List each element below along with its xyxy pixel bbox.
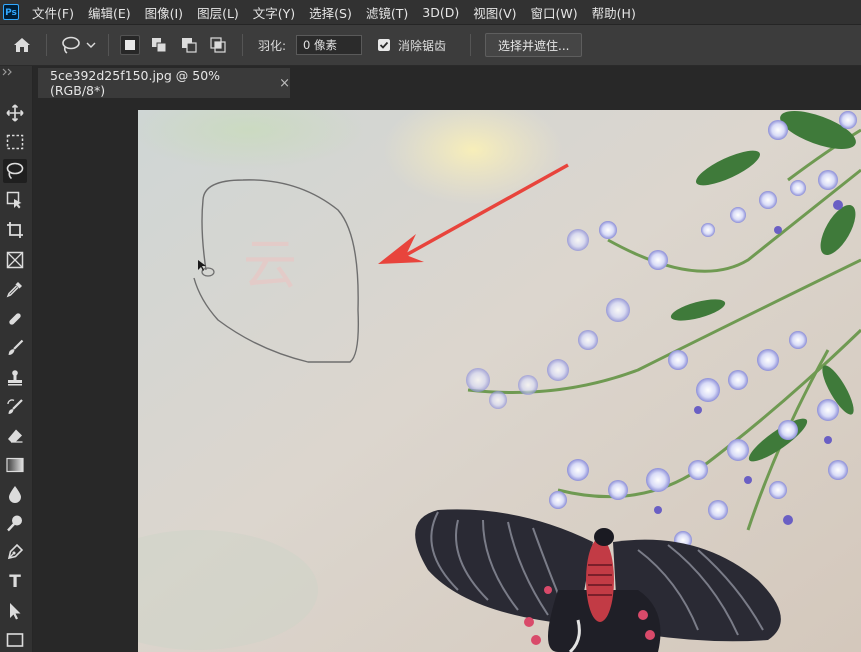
crop-icon xyxy=(7,222,23,238)
home-icon xyxy=(14,38,30,52)
gradient-tool[interactable] xyxy=(3,453,27,477)
intersect-selection-icon xyxy=(210,37,226,53)
add-to-selection-button[interactable] xyxy=(149,35,169,55)
options-separator xyxy=(242,34,243,56)
pen-tool[interactable] xyxy=(3,540,27,564)
menu-filter[interactable]: 滤镜(T) xyxy=(366,3,408,22)
lasso-preset-icon xyxy=(62,36,80,54)
move-tool[interactable] xyxy=(3,101,27,125)
select-and-mask-button[interactable]: 选择并遮住... xyxy=(485,33,583,57)
menu-help[interactable]: 帮助(H) xyxy=(592,3,636,22)
menu-3d[interactable]: 3D(D) xyxy=(422,5,459,20)
antialias-checkbox[interactable]: 消除锯齿 xyxy=(378,25,446,65)
add-selection-icon xyxy=(152,38,167,53)
menu-view[interactable]: 视图(V) xyxy=(473,3,516,22)
path-select-icon xyxy=(10,603,21,620)
blur-tool[interactable] xyxy=(3,482,27,506)
lasso-tool[interactable] xyxy=(3,159,27,183)
object-select-icon xyxy=(6,191,22,209)
tool-preset-picker[interactable] xyxy=(60,25,96,65)
home-button[interactable] xyxy=(12,25,32,65)
red-arrow-annotation xyxy=(378,163,569,264)
options-separator xyxy=(470,34,471,56)
photoshop-logo-icon[interactable]: Ps xyxy=(3,4,19,20)
stamp-icon xyxy=(8,370,22,386)
marquee-tool[interactable] xyxy=(3,130,27,154)
tools-panel: T xyxy=(0,66,33,652)
antialias-label: 消除锯齿 xyxy=(398,38,447,53)
collapse-panel-icon[interactable] xyxy=(2,68,14,76)
frame-tool[interactable] xyxy=(3,248,27,272)
type-tool[interactable]: T xyxy=(3,570,27,594)
blur-icon xyxy=(9,486,21,503)
new-selection-icon xyxy=(125,40,135,50)
canvas-workspace[interactable]: 云 xyxy=(33,98,861,652)
menu-layer[interactable]: 图层(L) xyxy=(197,3,239,22)
menu-type[interactable]: 文字(Y) xyxy=(253,3,295,22)
history-brush-tool[interactable] xyxy=(3,395,27,419)
document-tab[interactable]: 5ce392d25f150.jpg @ 50%(RGB/8*) × xyxy=(38,68,290,98)
feather-label: 羽化: xyxy=(258,38,287,53)
eyedropper-icon xyxy=(6,282,22,298)
chevron-down-icon xyxy=(86,42,96,48)
dodge-icon xyxy=(7,515,22,532)
shape-icon xyxy=(6,633,24,647)
menu-image[interactable]: 图像(I) xyxy=(145,3,183,22)
eyedropper-tool[interactable] xyxy=(3,277,27,301)
document-tab-strip: 5ce392d25f150.jpg @ 50%(RGB/8*) × xyxy=(38,66,861,98)
options-bar: 羽化: 0 像素 消除锯齿 选择并遮住... xyxy=(0,25,861,66)
move-icon xyxy=(6,104,24,122)
eraser-tool[interactable] xyxy=(3,424,27,448)
pen-icon xyxy=(7,543,24,560)
menu-window[interactable]: 窗口(W) xyxy=(531,3,578,22)
close-icon[interactable]: × xyxy=(279,76,290,91)
eraser-icon xyxy=(8,429,23,443)
subtract-from-selection-button[interactable] xyxy=(179,35,199,55)
menu-edit[interactable]: 编辑(E) xyxy=(88,3,131,22)
gradient-icon xyxy=(6,457,24,473)
lasso-icon xyxy=(6,162,24,180)
dodge-tool[interactable] xyxy=(3,511,27,535)
marquee-icon xyxy=(6,134,24,150)
brush-icon xyxy=(8,339,24,355)
lasso-selection-path xyxy=(193,163,569,363)
healing-brush-icon xyxy=(9,313,21,325)
history-brush-icon xyxy=(7,399,23,414)
menu-bar: Ps 文件(F) 编辑(E) 图像(I) 图层(L) 文字(Y) 选择(S) 滤… xyxy=(0,0,861,25)
feather-input[interactable]: 0 像素 xyxy=(296,35,362,55)
document-tab-title: 5ce392d25f150.jpg @ 50%(RGB/8*) xyxy=(50,68,221,98)
crop-tool[interactable] xyxy=(3,218,27,242)
menu-select[interactable]: 选择(S) xyxy=(309,3,352,22)
document-canvas[interactable]: 云 xyxy=(138,110,861,652)
options-separator xyxy=(46,34,47,56)
new-selection-button[interactable] xyxy=(120,35,140,55)
object-select-tool[interactable] xyxy=(3,188,27,212)
menu-file[interactable]: 文件(F) xyxy=(32,3,74,22)
type-icon: T xyxy=(9,572,21,592)
clone-stamp-tool[interactable] xyxy=(3,366,27,390)
intersect-selection-button[interactable] xyxy=(208,35,228,55)
options-separator xyxy=(108,34,109,56)
checkbox-checked-icon xyxy=(378,39,390,51)
frame-icon xyxy=(6,251,24,269)
subtract-selection-icon xyxy=(182,38,197,53)
shape-tool[interactable] xyxy=(3,628,27,652)
brush-tool[interactable] xyxy=(3,336,27,360)
path-selection-tool[interactable] xyxy=(3,599,27,623)
healing-brush-tool[interactable] xyxy=(3,307,27,331)
